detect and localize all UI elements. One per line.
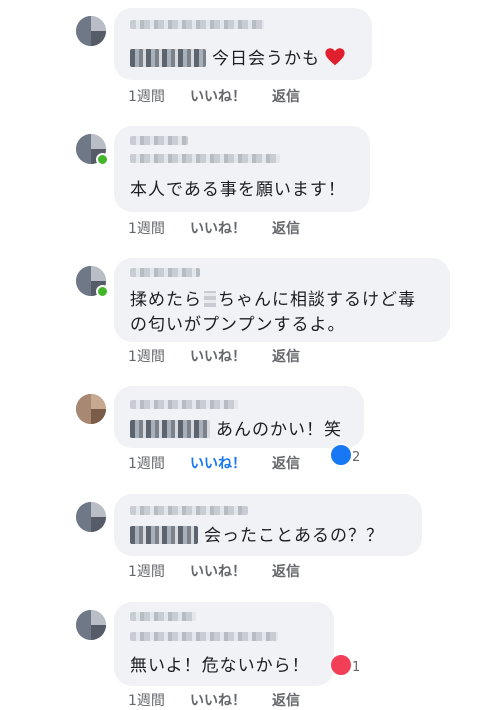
- redacted-author-name[interactable]: [130, 400, 238, 409]
- like-button[interactable]: いいね！: [190, 218, 246, 238]
- like-button[interactable]: いいね！: [190, 346, 246, 366]
- like-button[interactable]: いいね！: [190, 453, 246, 473]
- comment-bubble: あんのかい！笑: [114, 386, 364, 448]
- redacted-author-subtext: [130, 632, 278, 641]
- comment-text-part-a: 揉めたら: [130, 290, 202, 310]
- redacted-author-name[interactable]: [130, 136, 188, 145]
- reaction-summary[interactable]: 2: [330, 444, 360, 466]
- love-reaction-icon: [330, 654, 352, 676]
- avatar[interactable]: [76, 610, 106, 640]
- comment-text: 無いよ！危ないから！: [130, 656, 310, 676]
- comment-text-row: 今日会うかも: [130, 45, 346, 73]
- heart-emoji-icon: [325, 48, 345, 66]
- comment-text: あんのかい！笑: [216, 420, 342, 440]
- comment-timestamp[interactable]: 1週間: [128, 453, 165, 473]
- like-button[interactable]: いいね！: [190, 690, 246, 710]
- comment-text-row: あんのかい！笑: [130, 416, 342, 444]
- comment-text-line-1: 揉めたら ちゃんに相談するけど毒: [130, 286, 416, 314]
- avatar[interactable]: [76, 502, 106, 532]
- redacted-mention[interactable]: [130, 526, 198, 544]
- comment-bubble: 本人である事を願います！: [114, 126, 370, 212]
- comment-bubble: 今日会うかも: [114, 8, 372, 80]
- reply-button[interactable]: 返信: [272, 86, 300, 106]
- comment-timestamp[interactable]: 1週間: [128, 218, 165, 238]
- redacted-author-name[interactable]: [130, 506, 248, 515]
- comment-text: 今日会うかも: [212, 49, 320, 69]
- redacted-mention[interactable]: [130, 420, 210, 438]
- online-status-icon: [96, 153, 109, 166]
- reply-button[interactable]: 返信: [272, 453, 300, 473]
- comment-bubble: 揉めたら ちゃんに相談するけど毒 の匂いがプンプンするよ。: [114, 258, 450, 342]
- reply-button[interactable]: 返信: [272, 561, 300, 581]
- reaction-count: 1: [352, 660, 361, 675]
- redacted-author-name[interactable]: [130, 268, 200, 277]
- comment-timestamp[interactable]: 1週間: [128, 346, 165, 366]
- comment-timestamp[interactable]: 1週間: [128, 561, 165, 581]
- comment-text-row: 会ったことあるの？？: [130, 522, 384, 550]
- comment-text-line-2: の匂いがプンプンするよ。: [130, 315, 346, 335]
- like-button[interactable]: いいね！: [190, 561, 246, 581]
- comment-text-part-b: ちゃんに相談するけど毒: [218, 290, 416, 310]
- redacted-mention[interactable]: [204, 291, 216, 307]
- comment-timestamp[interactable]: 1週間: [128, 690, 165, 710]
- comment-timestamp[interactable]: 1週間: [128, 86, 165, 106]
- redacted-mention[interactable]: [130, 49, 206, 67]
- avatar[interactable]: [76, 16, 106, 46]
- redacted-author-subtext: [130, 154, 280, 163]
- redacted-author-name[interactable]: [130, 20, 264, 29]
- like-button[interactable]: いいね！: [190, 86, 246, 106]
- redacted-author-name[interactable]: [130, 612, 196, 621]
- comment-bubble: 無いよ！危ないから！: [114, 602, 334, 686]
- reaction-summary[interactable]: 1: [330, 654, 360, 676]
- reaction-count: 2: [352, 450, 361, 465]
- reply-button[interactable]: 返信: [272, 690, 300, 710]
- reply-button[interactable]: 返信: [272, 346, 300, 366]
- comment-text: 本人である事を願います！: [130, 180, 346, 200]
- comment-bubble: 会ったことあるの？？: [114, 494, 422, 556]
- reply-button[interactable]: 返信: [272, 218, 300, 238]
- comment-text: 会ったことあるの？？: [204, 526, 384, 546]
- online-status-icon: [96, 285, 109, 298]
- like-reaction-icon: [330, 444, 352, 466]
- avatar[interactable]: [76, 394, 106, 424]
